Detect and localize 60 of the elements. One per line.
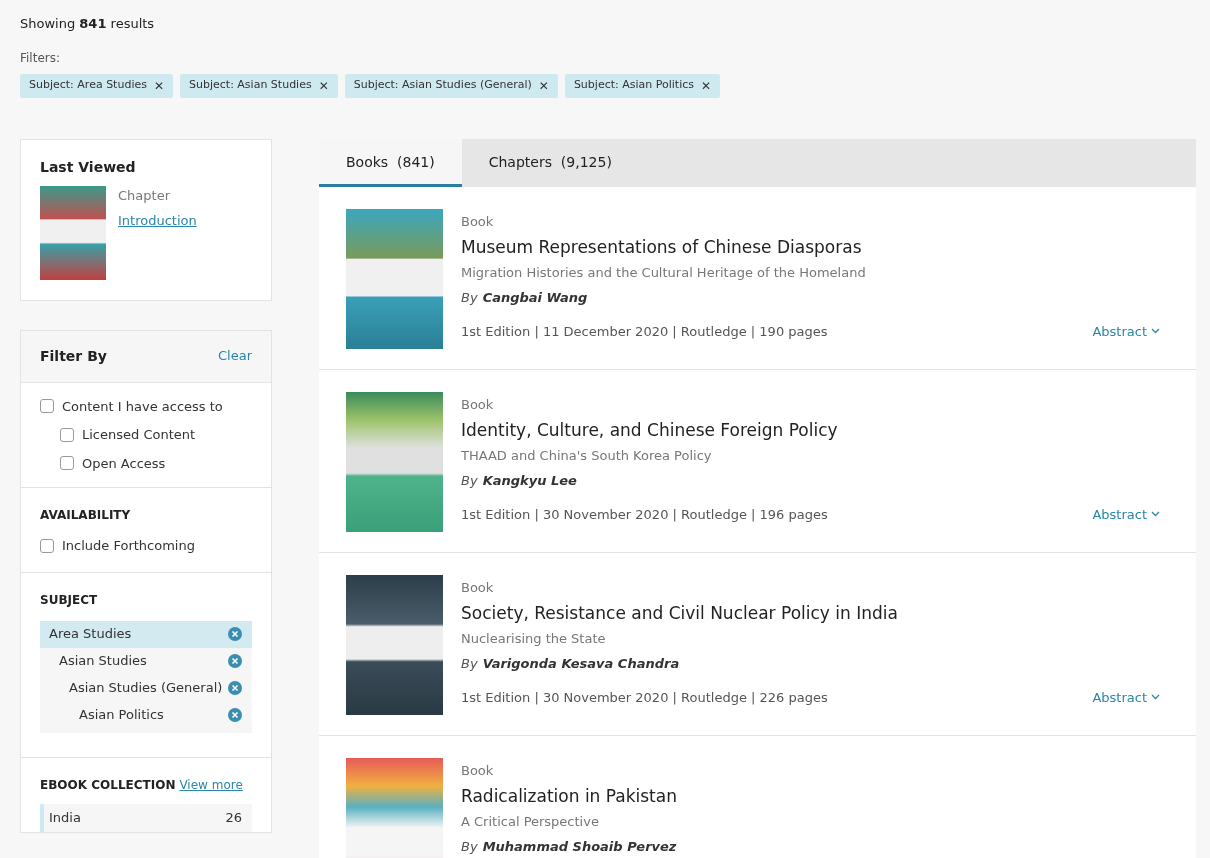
book-title[interactable]: Radicalization in Pakistan xyxy=(461,784,1160,810)
checkbox[interactable] xyxy=(40,538,54,553)
author-name[interactable]: Varigonda Kesava Chandra xyxy=(482,654,680,674)
checkbox-label: Content I have access to xyxy=(62,397,223,416)
book-subtitle: Nuclearising the State xyxy=(461,629,607,648)
filter-chip[interactable]: Subject: Area Studies ✕ xyxy=(20,73,173,98)
results-count: Showing 841 results xyxy=(20,15,156,33)
by-label: By xyxy=(461,472,478,490)
item-type: Book xyxy=(461,578,495,597)
book-subtitle: THAAD and China's South Korea Policy xyxy=(461,446,713,465)
book-title[interactable]: Society, Resistance and Civil Nuclear Policy in India xyxy=(461,601,1160,627)
remove-icon[interactable] xyxy=(228,627,242,641)
checkbox-label: Licensed Content xyxy=(82,426,196,444)
section-title: AVAILABILITY xyxy=(40,507,132,524)
card-title: Last Viewed xyxy=(40,157,137,177)
filter-chip[interactable]: Subject: Asian Studies ✕ xyxy=(180,73,338,98)
abstract-toggle[interactable]: Abstract xyxy=(1092,504,1160,524)
chevron-down-icon xyxy=(1151,511,1160,518)
chevron-down-icon xyxy=(1151,694,1160,701)
item-type: Book xyxy=(461,212,495,231)
abstract-toggle[interactable]: Abstract xyxy=(1092,687,1160,707)
filters-label: Filters: xyxy=(20,49,61,67)
checkbox[interactable] xyxy=(60,427,74,442)
by-label: By xyxy=(461,655,478,673)
author-name[interactable]: Kangkyu Lee xyxy=(482,471,577,491)
checkbox[interactable] xyxy=(60,456,74,471)
author-name[interactable]: Muhammad Shoaib Pervez xyxy=(482,837,677,857)
collection-item[interactable]: India 26 xyxy=(40,803,252,832)
remove-icon[interactable] xyxy=(228,654,242,668)
checkbox-label: Open Access xyxy=(82,454,166,473)
section-title: EBOOK COLLECTION xyxy=(40,776,176,794)
by-label: By xyxy=(461,838,478,856)
book-subtitle: Migration Histories and the Cultural Heritage of the Homeland xyxy=(461,263,867,282)
clear-link[interactable]: Clear xyxy=(218,346,252,366)
abstract-toggle[interactable]: Abstract xyxy=(1092,321,1160,341)
item-type: Book xyxy=(461,395,495,414)
checkbox[interactable] xyxy=(40,399,54,414)
chapter-link[interactable]: Introduction xyxy=(118,211,197,231)
view-more-link[interactable]: View more xyxy=(179,775,243,794)
item-type: Book xyxy=(461,761,495,780)
filter-chip[interactable]: Subject: Asian Politics ✕ xyxy=(564,73,721,98)
by-label: By xyxy=(461,289,478,307)
subject-item[interactable]: Area Studies xyxy=(40,620,252,648)
filter-chip[interactable]: Subject: Asian Studies (General) ✕ xyxy=(344,73,558,98)
panel-title: Filter By xyxy=(40,346,107,366)
remove-icon[interactable] xyxy=(228,708,242,722)
tab[interactable]: Chapters (9,125) xyxy=(461,138,639,187)
remove-icon[interactable] xyxy=(228,681,242,695)
tab[interactable]: Books (841) xyxy=(319,138,462,187)
book-details: 1st Edition | 11 December 2020 | Routledge | 190 pages xyxy=(461,322,828,341)
section-title: SUBJECT xyxy=(40,591,99,609)
book-details: 1st Edition | 30 November 2020 | Routledge | 196 pages xyxy=(461,505,828,524)
chevron-down-icon xyxy=(1151,328,1160,335)
book-title[interactable]: Identity, Culture, and Chinese Foreign Policy xyxy=(461,418,1160,444)
book-details: 1st Edition | 30 November 2020 | Routledge | 226 pages xyxy=(461,688,828,707)
book-subtitle: A Critical Perspective xyxy=(461,812,600,831)
checkbox-label: Include Forthcoming xyxy=(62,537,195,555)
item-type: Chapter xyxy=(118,186,171,205)
book-title[interactable]: Museum Representations of Chinese Diasporas xyxy=(461,235,1160,261)
author-name[interactable]: Cangbai Wang xyxy=(482,288,588,308)
